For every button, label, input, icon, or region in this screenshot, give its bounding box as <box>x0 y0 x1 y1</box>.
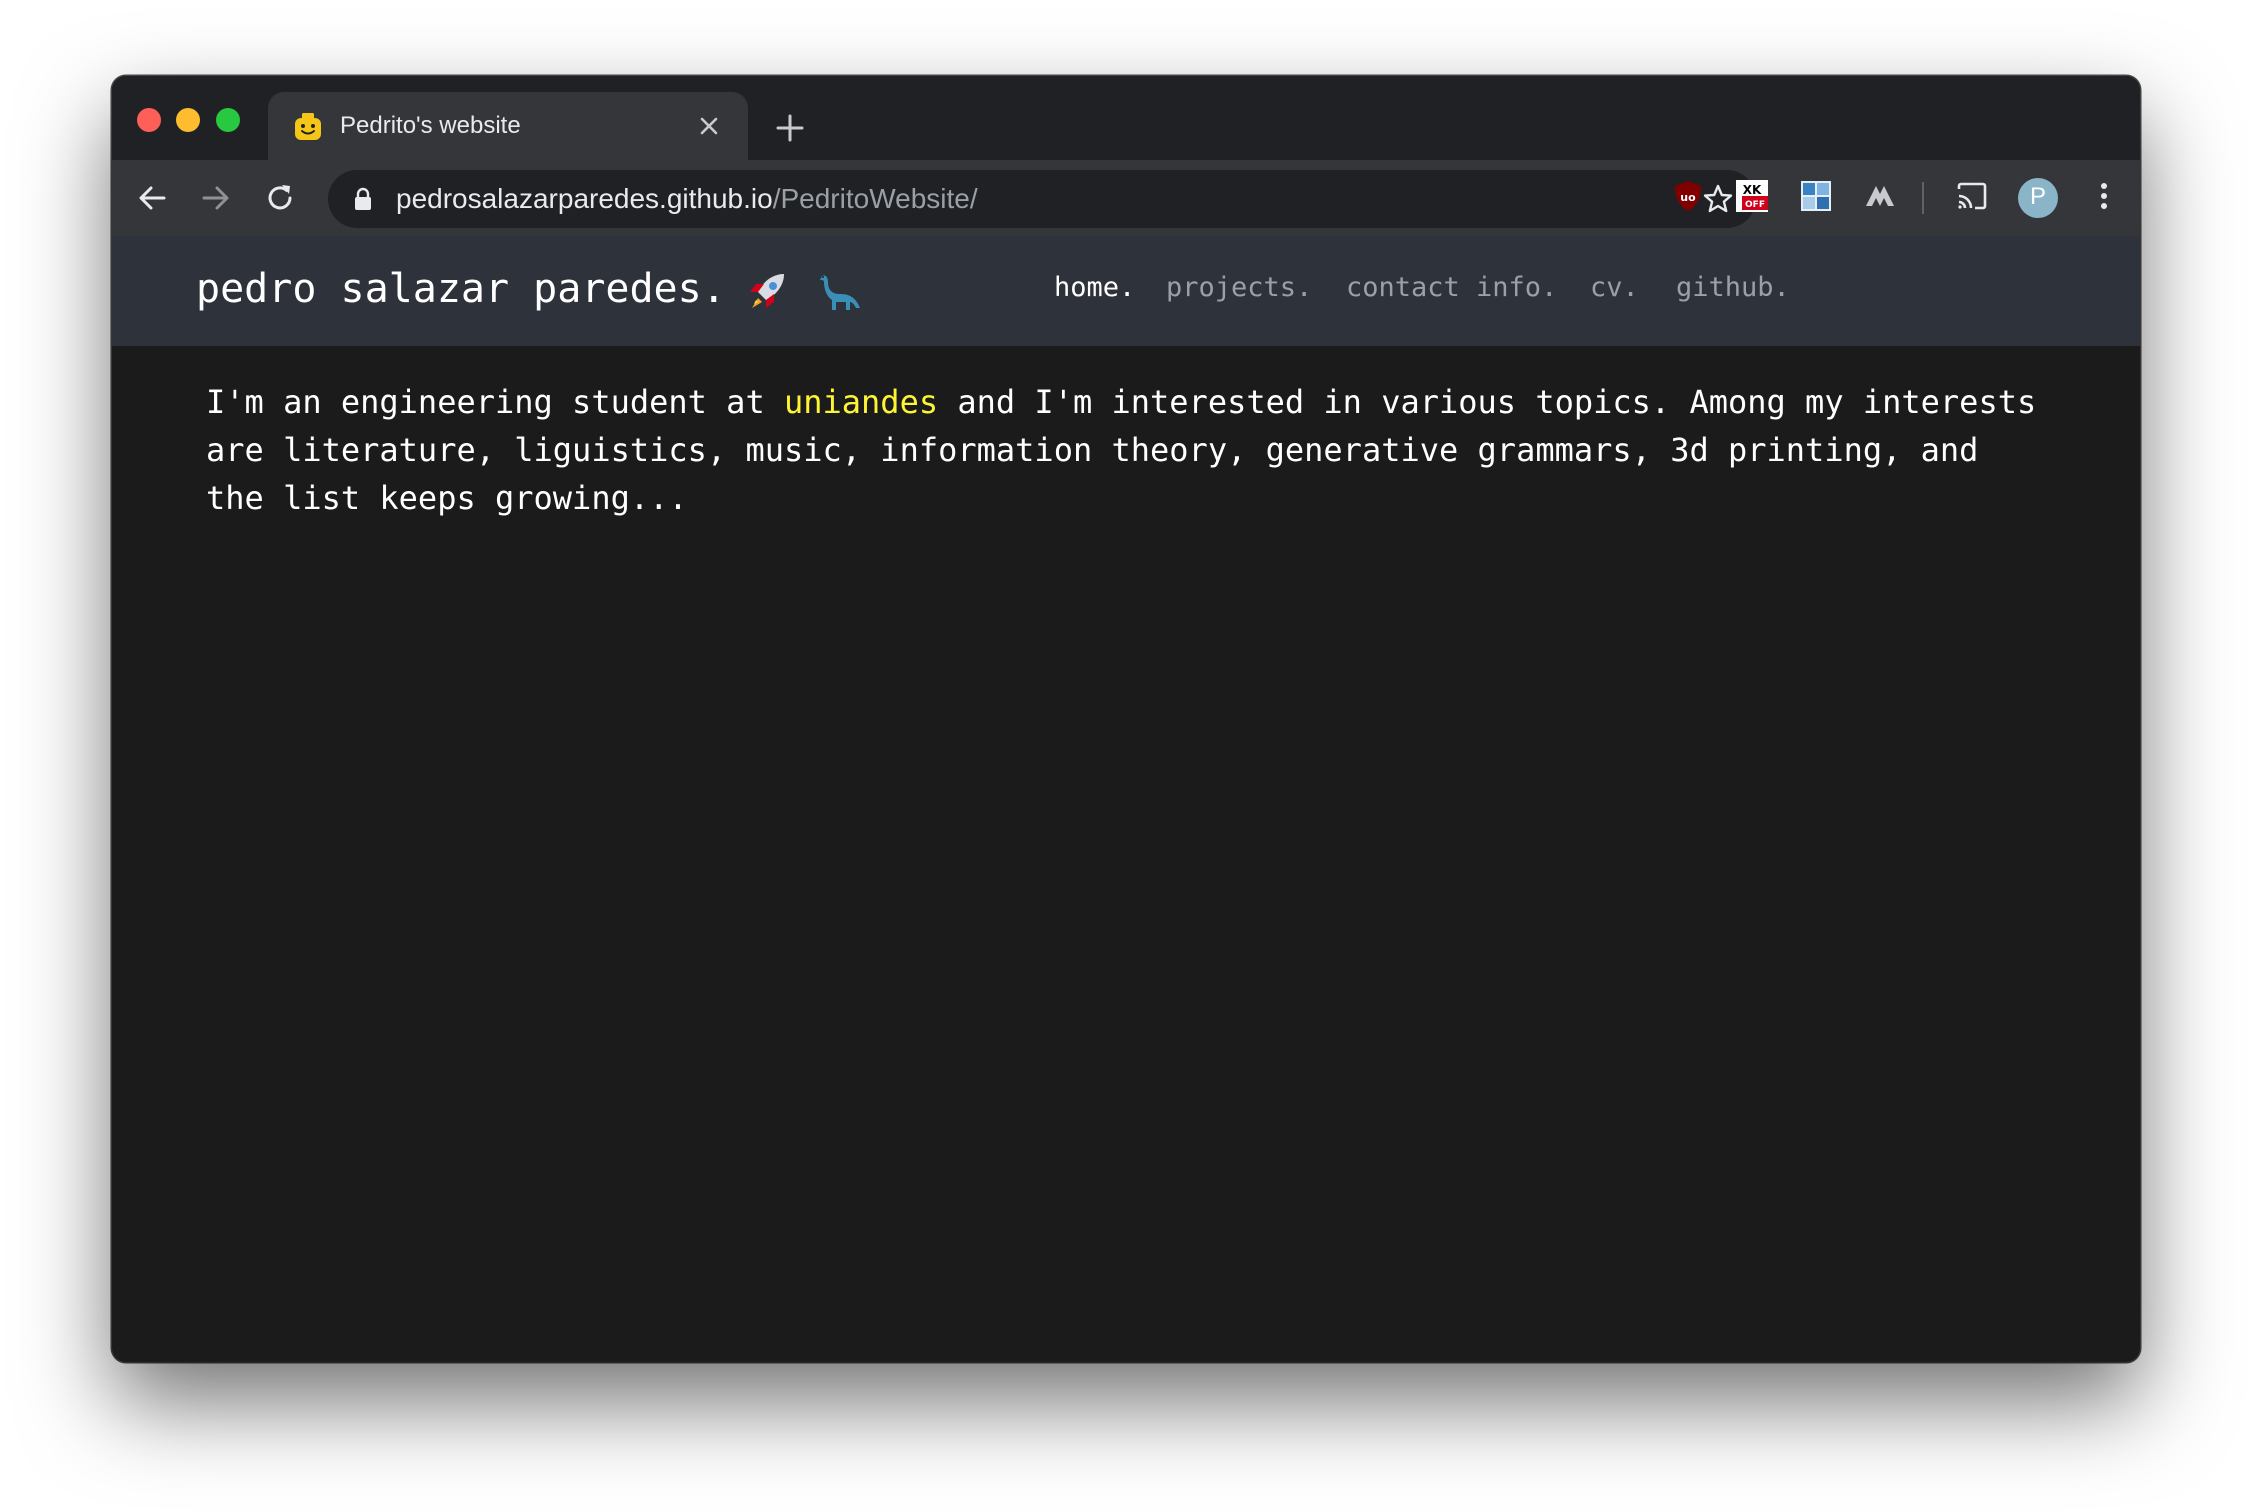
intro-paragraph: I'm an engineering student at uniandes a… <box>206 378 2086 522</box>
tab-strip: Pedrito's website <box>112 76 2140 160</box>
browser-window: Pedrito's website pedrosalazarparedes.gi… <box>112 76 2140 1362</box>
site-title[interactable]: pedro salazar paredes. <box>196 266 726 312</box>
lego-head-favicon-icon <box>295 113 321 140</box>
ublock-origin-icon[interactable]: uo <box>1670 178 1706 214</box>
nav-github[interactable]: github. <box>1676 272 1790 303</box>
intro-text-2: and I'm interested in various topics. Am… <box>938 383 2037 421</box>
nav-cv[interactable]: cv. <box>1590 272 1639 303</box>
sauropod-icon <box>820 275 860 310</box>
cast-icon[interactable] <box>1954 178 1990 214</box>
forward-arrow-icon[interactable] <box>198 180 234 216</box>
browser-toolbar: pedrosalazarparedes.github.io/PedritoWeb… <box>112 160 2140 236</box>
profile-avatar[interactable]: P <box>2018 178 2058 218</box>
back-arrow-icon[interactable] <box>134 180 170 216</box>
close-window-button[interactable] <box>137 108 161 132</box>
address-bar[interactable]: pedrosalazarparedes.github.io/PedritoWeb… <box>328 170 1756 228</box>
rocket-icon <box>750 274 784 308</box>
intro-text-4: the list keeps growing... <box>206 479 688 517</box>
wallpaper-extension-icon[interactable] <box>1798 178 1834 214</box>
svg-text:OFF: OFF <box>1745 200 1765 210</box>
uniandes-link[interactable]: uniandes <box>784 383 938 421</box>
nav-home[interactable]: home. <box>1054 272 1135 303</box>
tab-active[interactable]: Pedrito's website <box>268 92 748 160</box>
intro-text-1: I'm an engineering student at <box>206 383 784 421</box>
bookmark-star-icon[interactable] <box>1702 183 1734 215</box>
url-text[interactable]: pedrosalazarparedes.github.io/PedritoWeb… <box>396 183 978 215</box>
new-tab-icon[interactable] <box>774 112 806 144</box>
more-menu-icon[interactable] <box>2086 178 2122 214</box>
svg-text:XK: XK <box>1743 183 1762 197</box>
tab-title: Pedrito's website <box>340 112 521 139</box>
xkcd-off-icon[interactable]: XK OFF <box>1734 178 1770 214</box>
toolbar-separator <box>1922 182 1924 214</box>
close-tab-icon[interactable] <box>696 113 722 139</box>
url-host: pedrosalazarparedes.github.io <box>396 183 773 214</box>
nav-contact-info[interactable]: contact info. <box>1346 272 1557 303</box>
svg-text:uo: uo <box>1680 191 1696 204</box>
maximize-window-button[interactable] <box>216 108 240 132</box>
site-header: pedro salazar paredes. home. projects. c… <box>112 236 2140 346</box>
url-path: /PedritoWebsite/ <box>772 183 978 214</box>
nordvpn-icon[interactable] <box>1862 178 1898 214</box>
reload-icon[interactable] <box>262 180 298 216</box>
minimize-window-button[interactable] <box>176 108 200 132</box>
intro-text-3: are literature, liguistics, music, infor… <box>206 431 1979 469</box>
lock-icon <box>355 187 371 210</box>
nav-projects[interactable]: projects. <box>1166 272 1312 303</box>
